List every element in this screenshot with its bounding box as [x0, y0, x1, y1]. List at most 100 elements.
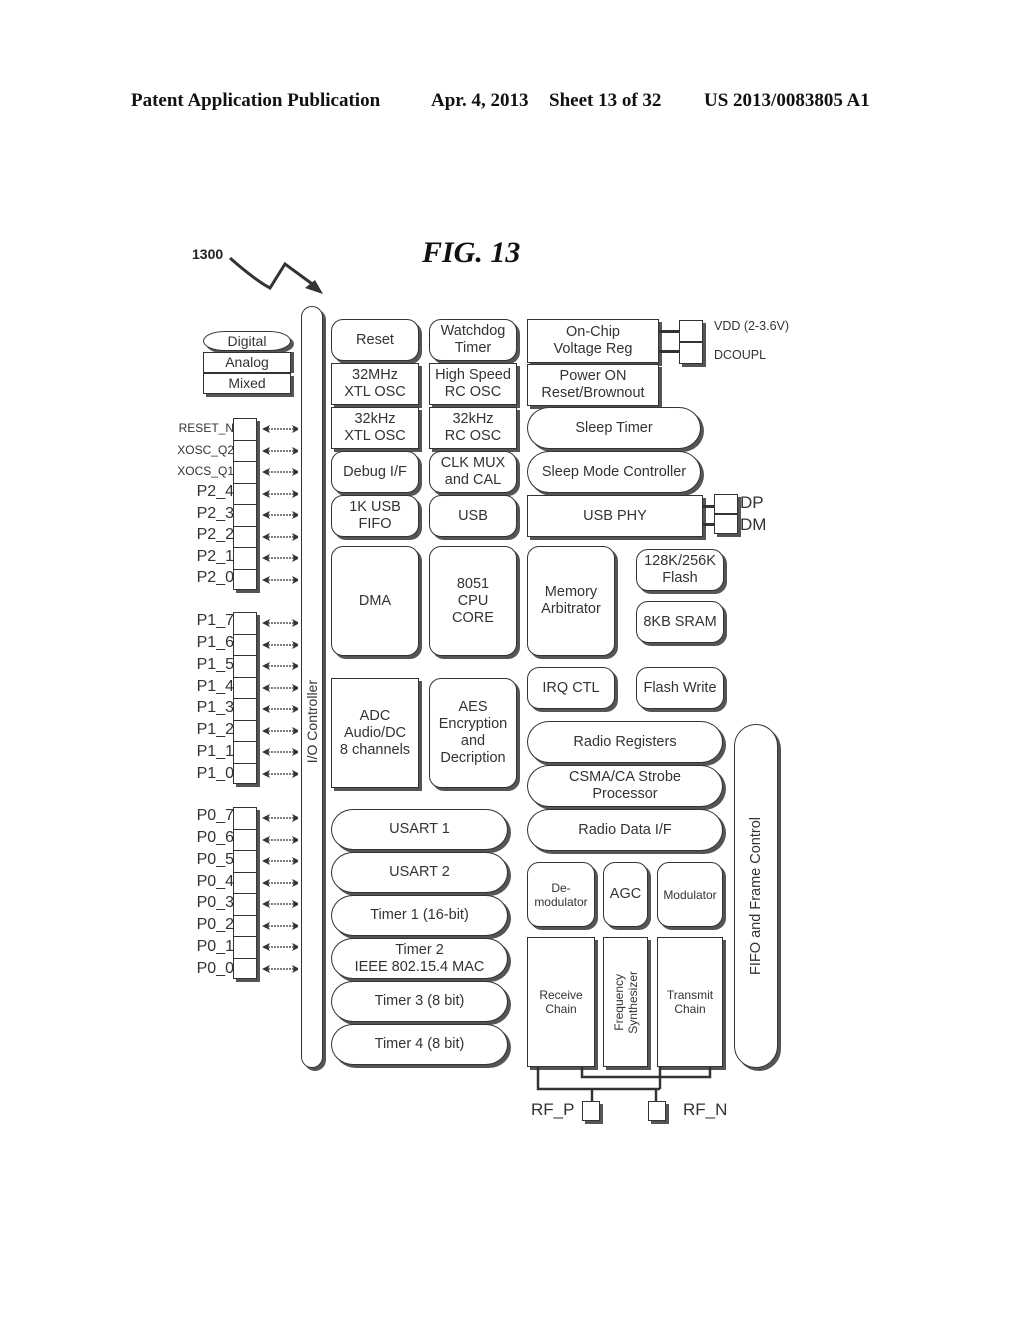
pin-label: P1_5: [196, 656, 234, 673]
bidirectional-arrow-icon: [262, 575, 298, 584]
reference-arrow-icon: [229, 256, 323, 294]
pin-label: P2_2: [196, 526, 234, 543]
pin-label: P1_1: [196, 743, 234, 760]
pin-label: P0_3: [196, 894, 234, 911]
pin-label: P0_7: [196, 807, 234, 824]
demodulator-block: De- modulator: [527, 862, 595, 927]
irq-ctl-block: IRQ CTL: [527, 667, 615, 709]
patent-number: US 2013/0083805 A1: [704, 90, 870, 111]
flash-write-block: Flash Write: [636, 667, 724, 709]
rf-n-pad: [648, 1101, 666, 1121]
memory-arbitrator-block: Memory Arbitrator: [527, 546, 615, 656]
receive-chain-block: Receive Chain: [527, 937, 595, 1067]
rf-wiring: [536, 1067, 712, 1101]
bidirectional-arrow-icon: [262, 814, 298, 822]
pin-label: RESET_N: [178, 421, 234, 435]
pin-label: P2_3: [196, 505, 234, 522]
adc-block: ADC Audio/DC 8 channels: [331, 678, 419, 788]
bidirectional-arrow-icon: [262, 964, 298, 973]
bidirectional-arrow-icon: [262, 425, 298, 433]
pin-label: XOCS_Q1: [177, 464, 234, 478]
dp-pad: [714, 494, 738, 514]
modulator-block: Modulator: [657, 862, 723, 927]
bidirectional-arrow-icon: [262, 446, 298, 455]
pin-label: P0_1: [196, 938, 234, 955]
bidirectional-arrow-icon: [262, 705, 298, 713]
rc-32khz-osc-block: 32kHz RC OSC: [429, 407, 517, 449]
pin-label: P1_0: [196, 765, 234, 782]
pin-label: P0_0: [196, 960, 234, 977]
watchdog-timer-block: Watchdog Timer: [429, 319, 517, 361]
bidirectional-arrow-icon: [262, 468, 298, 476]
pin-label: P1_2: [196, 721, 234, 738]
sleep-mode-controller-block: Sleep Mode Controller: [527, 451, 701, 493]
pin-label: P1_3: [196, 699, 234, 716]
bidirectional-arrow-icon: [262, 662, 298, 670]
legend-mixed: Mixed: [203, 373, 291, 394]
bidirectional-arrow-icon: [262, 748, 298, 756]
high-speed-rc-osc-block: High Speed RC OSC: [429, 363, 517, 405]
voltage-regulator-block: On-Chip Voltage Reg: [527, 319, 659, 363]
bidirectional-arrow-icon: [262, 921, 298, 930]
figure-title: FIG. 13: [422, 236, 521, 269]
bidirectional-arrow-icon: [262, 900, 298, 908]
aes-block: AES Encryption and Decription: [429, 678, 517, 788]
radio-registers-block: Radio Registers: [527, 721, 723, 763]
pin-label: P0_6: [196, 829, 234, 846]
publication-label: Patent Application Publication: [131, 90, 381, 111]
pin-label: P1_7: [196, 612, 234, 629]
xtl-32khz-osc-block: 32kHz XTL OSC: [331, 407, 419, 449]
pin-column-p2: [233, 418, 257, 590]
frequency-synthesizer-block: Frequency Synthesizer: [603, 937, 648, 1067]
pin-label: P2_4: [196, 483, 234, 500]
bidirectional-arrow-icon: [262, 640, 298, 649]
pin-label: P2_0: [196, 569, 234, 586]
sram-block: 8KB SRAM: [636, 601, 724, 643]
usb-block: USB: [429, 495, 517, 537]
fifo-frame-control-block: FIFO and Frame Control: [734, 724, 778, 1068]
bidirectional-arrow-icon: [262, 511, 298, 519]
timer4-block: Timer 4 (8 bit): [331, 1024, 508, 1065]
bidirectional-arrow-icon: [262, 726, 298, 735]
reference-number: 1300: [192, 246, 224, 262]
bidirectional-arrow-icon: [262, 683, 298, 692]
io-controller-label: I/O Controller: [303, 680, 320, 764]
timer3-block: Timer 3 (8 bit): [331, 981, 508, 1022]
pin-label: XOSC_Q2: [177, 443, 234, 457]
pin-label: P0_5: [196, 851, 234, 868]
radio-data-if-block: Radio Data I/F: [527, 809, 723, 851]
dcoupl-pad: [679, 342, 703, 364]
bidirectional-arrow-icon: [262, 769, 298, 778]
usb-phy-block: USB PHY: [527, 495, 703, 537]
usart2-block: USART 2: [331, 852, 508, 893]
io-controller: I/O Controller: [301, 306, 323, 1068]
pin-label: P0_4: [196, 873, 234, 890]
pin-label: P1_6: [196, 634, 234, 651]
rf-p-label: RF_P: [531, 1100, 575, 1119]
debug-if-block: Debug I/F: [331, 451, 419, 493]
bidirectional-arrow-icon: [262, 532, 298, 541]
frequency-synthesizer-label: Frequency Synthesizer: [611, 970, 640, 1034]
dma-block: DMA: [331, 546, 419, 656]
dm-label: DM: [740, 515, 767, 534]
fifo-frame-control-label: FIFO and Frame Control: [747, 817, 764, 975]
timer2-block: Timer 2 IEEE 802.15.4 MAC: [331, 938, 508, 979]
sleep-timer-block: Sleep Timer: [527, 407, 701, 449]
pin-label: P0_2: [196, 916, 234, 933]
pin-column-p1: [233, 612, 257, 784]
transmit-chain-block: Transmit Chain: [657, 937, 723, 1067]
bidirectional-arrow-icon: [262, 489, 298, 498]
publication-date: Apr. 4, 2013: [431, 90, 529, 111]
vdd-pad: [679, 320, 703, 342]
bidirectional-arrow-icon: [262, 619, 298, 627]
dcoupl-label: DCOUPL: [714, 348, 767, 362]
pin-label: P2_1: [196, 548, 234, 565]
reset-block: Reset: [331, 319, 419, 361]
rf-n-label: RF_N: [683, 1100, 728, 1119]
timer1-block: Timer 1 (16-bit): [331, 895, 508, 936]
usb-fifo-block: 1K USB FIFO: [331, 495, 419, 537]
dp-label: DP: [740, 493, 764, 512]
sheet-number: Sheet 13 of 32: [549, 90, 662, 111]
cpu-core-block: 8051 CPU CORE: [429, 546, 517, 656]
xtl-32mhz-osc-block: 32MHz XTL OSC: [331, 363, 419, 405]
